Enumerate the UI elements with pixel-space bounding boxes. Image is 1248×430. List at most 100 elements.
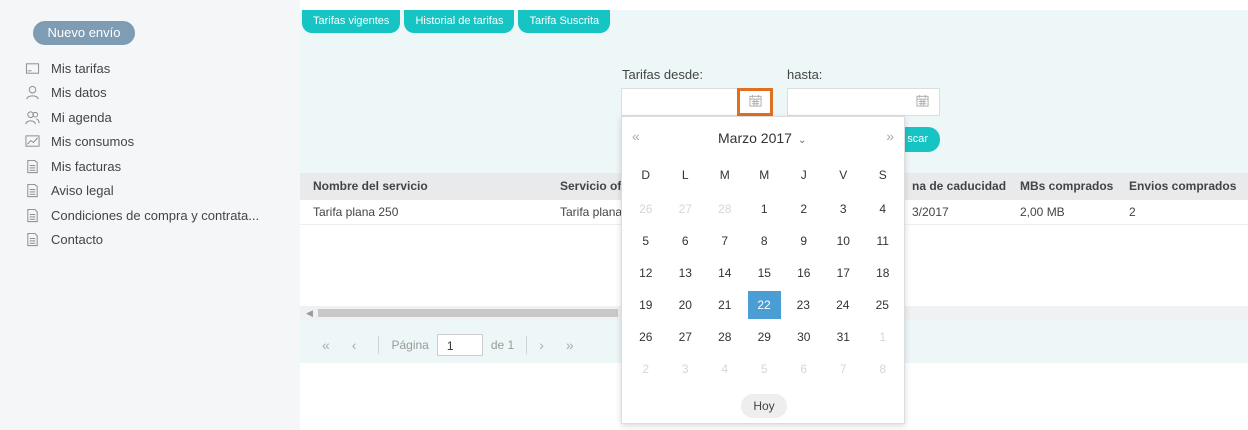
first-page-button[interactable]: « xyxy=(322,337,330,353)
sidebar: Nuevo envío Mis tarifas Mis datos Mi age… xyxy=(0,0,300,430)
month-year-label: Marzo 2017 xyxy=(718,130,792,146)
calendar-day-outside[interactable]: 27 xyxy=(666,193,706,225)
sidebar-item-mis-datos[interactable]: Mis datos xyxy=(24,81,259,106)
new-shipment-button[interactable]: Nuevo envío xyxy=(33,21,135,45)
calendar-day[interactable]: 2 xyxy=(784,193,824,225)
calendar-day[interactable]: 10 xyxy=(824,225,864,257)
calendar-day[interactable]: 6 xyxy=(666,225,706,257)
sidebar-item-label: Mis facturas xyxy=(51,158,122,174)
column-header[interactable]: MBs comprados xyxy=(1020,173,1113,200)
calendar-day-outside[interactable]: 8 xyxy=(863,353,903,385)
calendar-day[interactable]: 20 xyxy=(666,289,706,321)
calendar-day[interactable]: 29 xyxy=(745,321,785,353)
calendar-day[interactable]: 1 xyxy=(745,193,785,225)
date-picker-popup: « Marzo 2017 ⌄ » DLMMJVS 26 27 28 1 2 3 4 5 6 7 8 9 1… xyxy=(621,116,905,424)
calendar-day[interactable]: 5 xyxy=(626,225,666,257)
weekday-label: M xyxy=(759,168,770,182)
date-from-field[interactable] xyxy=(621,88,773,116)
pagination: « ‹ Página 1 de 1 › » xyxy=(322,334,596,356)
sidebar-item-aviso-legal[interactable]: Aviso legal xyxy=(24,179,259,204)
calendar-day-outside[interactable]: 2 xyxy=(626,353,666,385)
prev-page-button[interactable]: ‹ xyxy=(352,337,357,353)
sidebar-item-mi-agenda[interactable]: Mi agenda xyxy=(24,105,259,130)
date-to-calendar-button[interactable] xyxy=(905,89,939,115)
sidebar-item-label: Mi agenda xyxy=(51,109,112,125)
prev-month-button[interactable]: « xyxy=(632,128,640,144)
user-icon xyxy=(24,85,40,101)
calendar-day[interactable]: 24 xyxy=(823,289,863,321)
calendar-day[interactable]: 21 xyxy=(705,289,745,321)
column-header[interactable]: Servicio ofr xyxy=(560,173,626,200)
calendar-day[interactable]: 13 xyxy=(666,257,706,289)
divider xyxy=(378,336,380,354)
column-header[interactable]: na de caducidad xyxy=(912,173,1006,200)
calendar-day[interactable]: 19 xyxy=(626,289,666,321)
column-header[interactable]: Nombre del servicio xyxy=(313,173,428,200)
calendar-day-outside[interactable]: 7 xyxy=(824,353,864,385)
date-to-field[interactable] xyxy=(787,88,940,116)
calendar-icon xyxy=(915,94,929,110)
sidebar-item-mis-tarifas[interactable]: Mis tarifas xyxy=(24,56,259,81)
tab-tarifas-vigentes[interactable]: Tarifas vigentes xyxy=(302,10,401,33)
calendar-day[interactable]: 12 xyxy=(626,257,666,289)
calendar-day-outside[interactable]: 1 xyxy=(863,321,903,353)
next-month-button[interactable]: » xyxy=(886,128,894,144)
calendar-day[interactable]: 7 xyxy=(705,225,745,257)
date-from-calendar-button[interactable] xyxy=(737,88,773,116)
weekday-label: V xyxy=(839,168,848,182)
sidebar-item-label: Condiciones de compra y contrata... xyxy=(51,207,260,223)
calendar-day[interactable]: 8 xyxy=(745,225,785,257)
sidebar-menu: Mis tarifas Mis datos Mi agenda Mis cons… xyxy=(24,56,259,252)
table-cell: Tarifa plana xyxy=(560,205,623,219)
calendar-day[interactable]: 30 xyxy=(784,321,824,353)
table-cell: Tarifa plana 250 xyxy=(313,205,399,219)
page-count-label: de 1 xyxy=(490,338,515,352)
weekday-header-row: DLMMJVS xyxy=(626,161,903,193)
calendar-day-outside[interactable]: 4 xyxy=(705,353,745,385)
last-page-button[interactable]: » xyxy=(566,337,574,353)
weekday-label: D xyxy=(641,168,651,182)
sidebar-item-contacto[interactable]: Contacto xyxy=(24,228,259,253)
column-header[interactable]: Envios comprados xyxy=(1129,173,1236,200)
chart-icon xyxy=(24,134,40,150)
calendar-day[interactable]: 23 xyxy=(784,289,824,321)
calendar-day-outside[interactable]: 6 xyxy=(784,353,824,385)
page-number-input[interactable]: 1 xyxy=(436,334,483,356)
scroll-left-icon[interactable]: ◀ xyxy=(306,308,313,319)
sidebar-item-mis-facturas[interactable]: Mis facturas xyxy=(24,154,259,179)
date-from-label: Tarifas desde: xyxy=(622,67,703,82)
calendar-day-outside[interactable]: 26 xyxy=(626,193,666,225)
sidebar-item-label: Mis tarifas xyxy=(51,60,111,76)
document-icon xyxy=(24,232,40,248)
calendar-day[interactable]: 14 xyxy=(705,257,745,289)
calendar-day[interactable]: 22 xyxy=(747,291,781,319)
calendar-day[interactable]: 27 xyxy=(666,321,706,353)
calendar-day[interactable]: 17 xyxy=(824,257,864,289)
calendar-day[interactable]: 15 xyxy=(745,257,785,289)
month-year-selector[interactable]: Marzo 2017 ⌄ xyxy=(718,130,806,146)
calendar-day[interactable]: 28 xyxy=(705,321,745,353)
tab-historial-tarifas[interactable]: Historial de tarifas xyxy=(404,10,515,33)
calendar-week-row: 12 13 14 15 16 17 18 xyxy=(626,257,903,289)
calendar-day[interactable]: 4 xyxy=(863,193,903,225)
next-page-button[interactable]: › xyxy=(539,337,544,353)
calendar-day[interactable]: 3 xyxy=(824,193,864,225)
calendar-day[interactable]: 26 xyxy=(626,321,666,353)
calendar-day[interactable]: 25 xyxy=(863,289,903,321)
calendar-week-row: 19 20 21 22 23 24 25 xyxy=(626,289,903,321)
document-icon xyxy=(24,207,40,223)
tab-tarifa-suscrita[interactable]: Tarifa Suscrita xyxy=(518,10,611,33)
today-button[interactable]: Hoy xyxy=(741,394,787,418)
calendar-day[interactable]: 18 xyxy=(863,257,903,289)
scrollbar-thumb[interactable] xyxy=(318,309,618,317)
calendar-day[interactable]: 11 xyxy=(863,225,903,257)
calendar-day-outside[interactable]: 28 xyxy=(705,193,745,225)
weekday-label: S xyxy=(878,168,887,182)
sidebar-item-condiciones[interactable]: Condiciones de compra y contrata... xyxy=(24,203,259,228)
calendar-day-outside[interactable]: 3 xyxy=(666,353,706,385)
calendar-day[interactable]: 31 xyxy=(824,321,864,353)
calendar-day[interactable]: 9 xyxy=(784,225,824,257)
sidebar-item-mis-consumos[interactable]: Mis consumos xyxy=(24,130,259,155)
calendar-day-outside[interactable]: 5 xyxy=(745,353,785,385)
calendar-day[interactable]: 16 xyxy=(784,257,824,289)
